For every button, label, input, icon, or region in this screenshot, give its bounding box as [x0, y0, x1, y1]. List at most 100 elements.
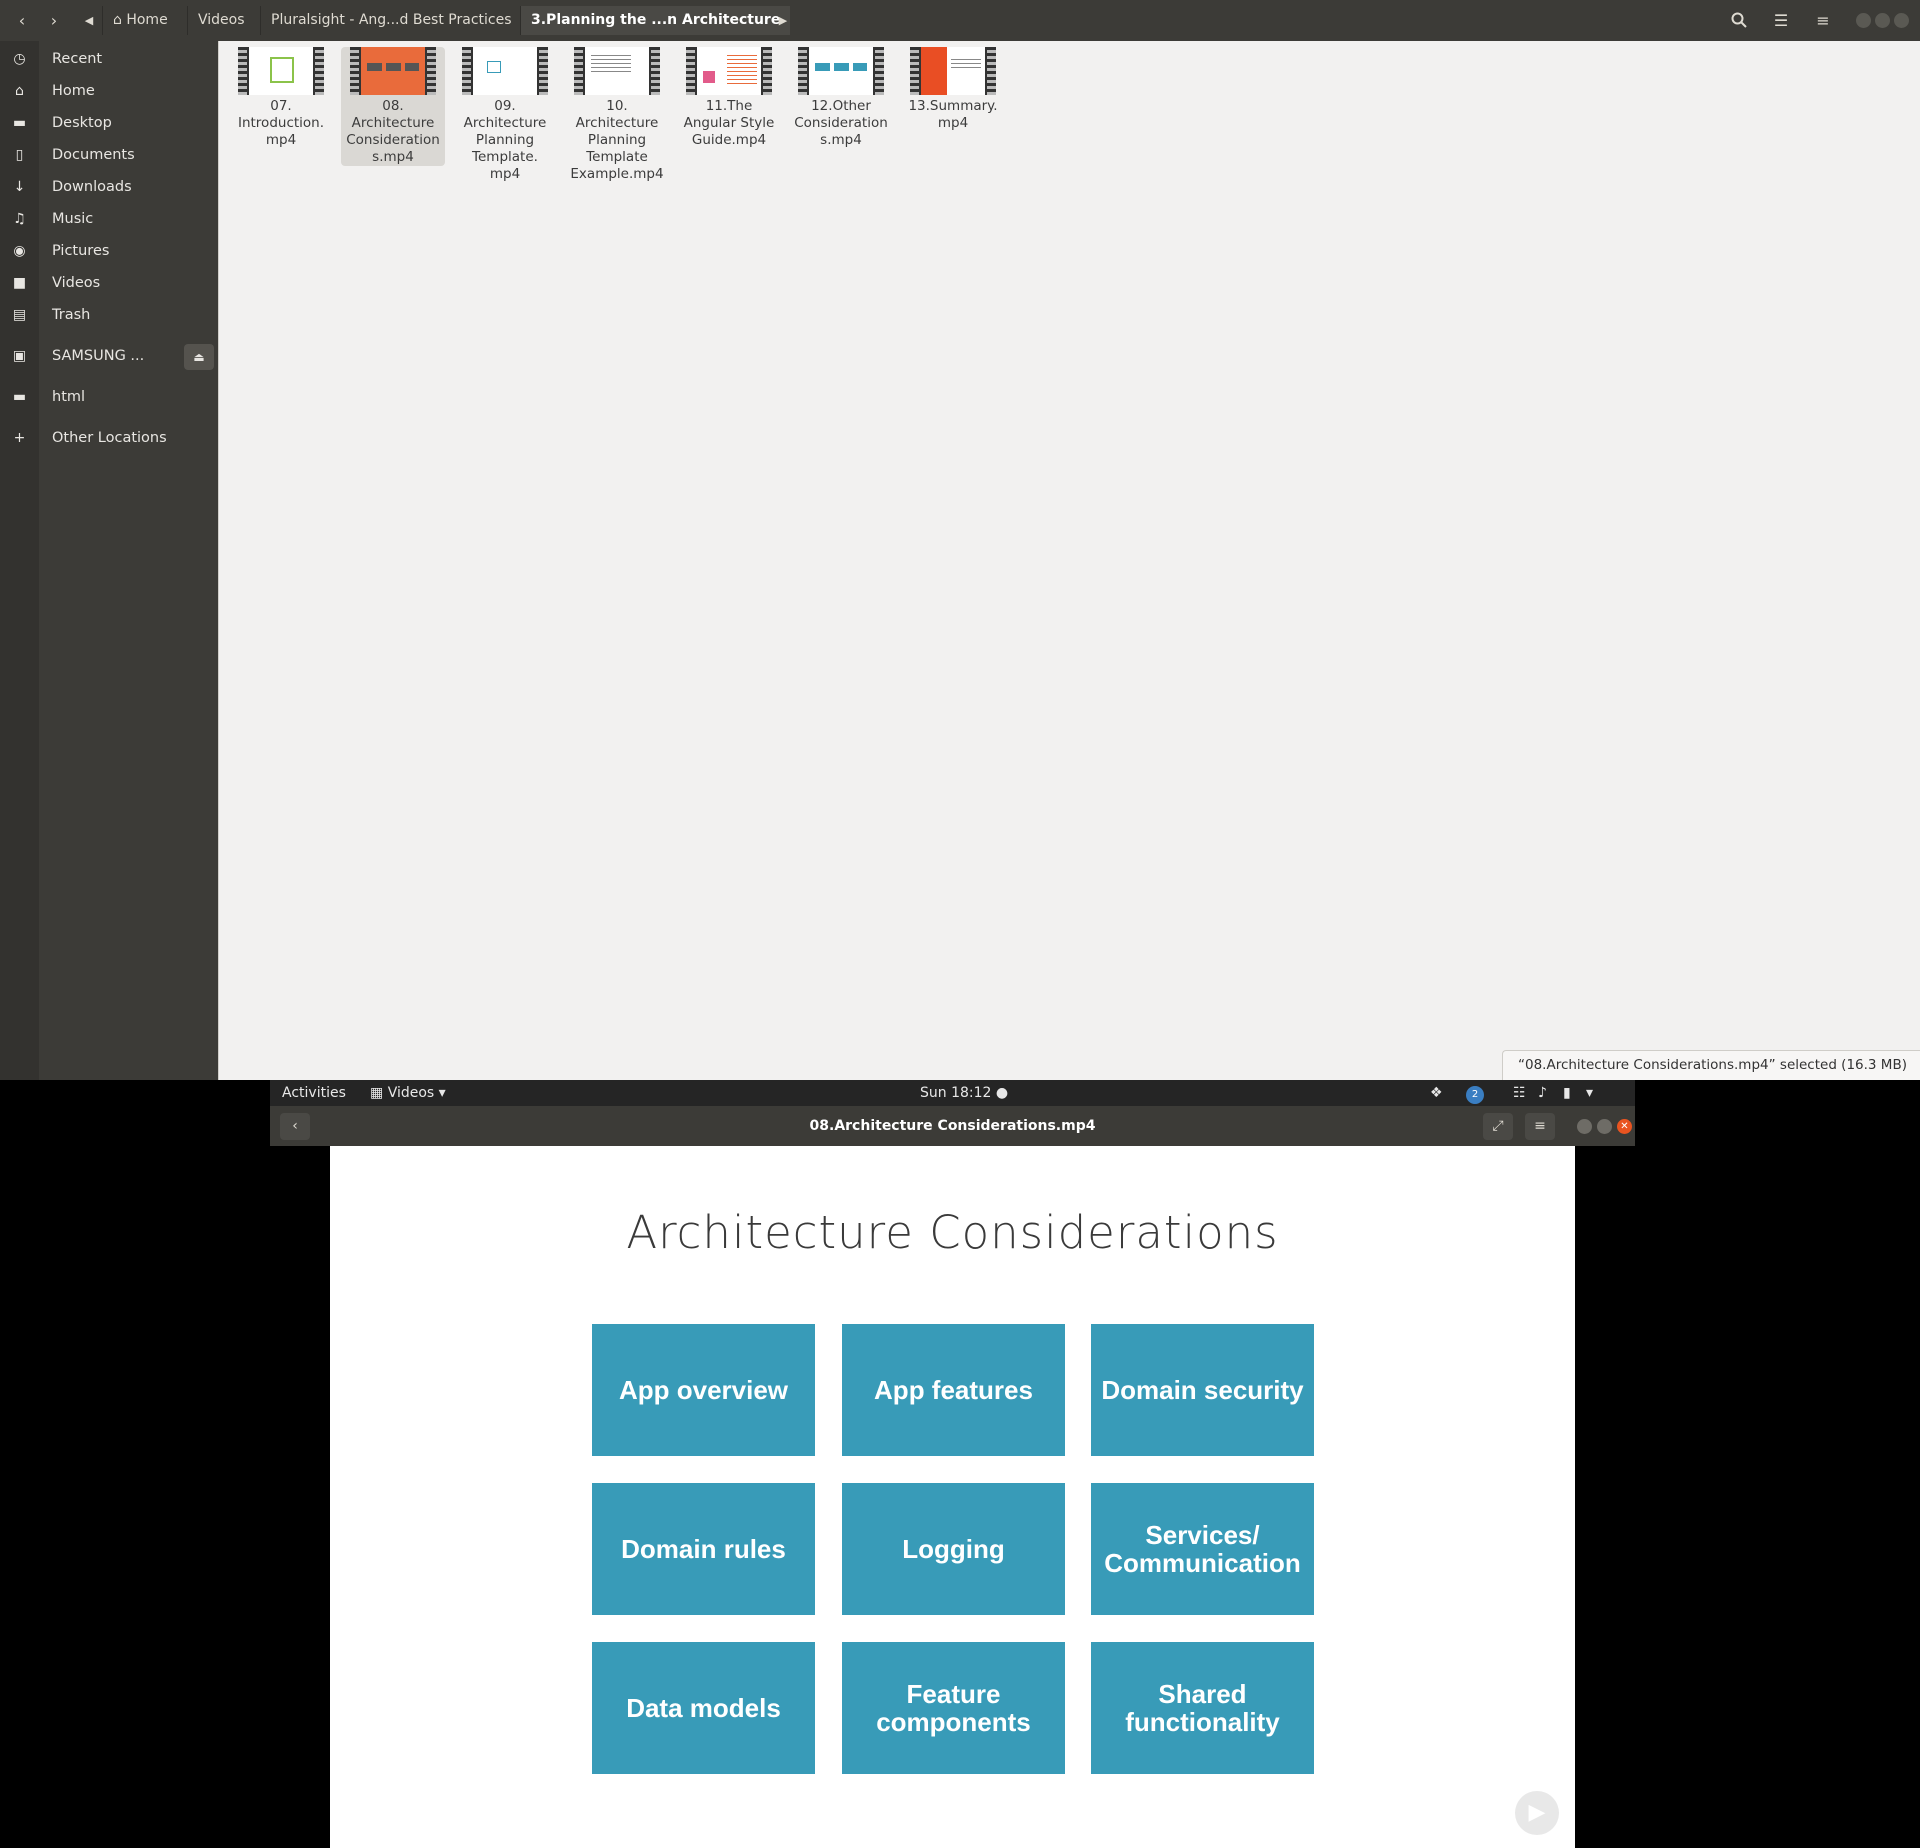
search-icon	[1731, 12, 1747, 28]
file-item-10[interactable]: 10. Architecture Planning Template Examp…	[565, 47, 669, 183]
breadcrumb-home[interactable]: ⌂ Home	[102, 6, 178, 35]
video-canvas[interactable]: Architecture Considerations App overview…	[270, 1146, 1635, 1848]
hamburger-icon: ≡	[1534, 1118, 1546, 1134]
sidebar-item-videos[interactable]: ■ Videos	[0, 268, 218, 298]
file-item-07[interactable]: 07. Introduction. mp4	[229, 47, 333, 149]
eject-icon: ⏏	[193, 350, 205, 364]
maximize-button[interactable]	[1875, 13, 1890, 28]
file-item-13[interactable]: 13.Summary. mp4	[901, 47, 1005, 132]
pluralsight-logo-icon: ▶	[1515, 1791, 1559, 1835]
breadcrumb-scroll-left-button[interactable]: ◀	[78, 6, 100, 34]
video-thumbnail	[238, 47, 324, 95]
plus-icon: +	[13, 430, 26, 446]
sidebar-item-samsung-drive[interactable]: ▣ SAMSUNG ... ⏏	[0, 341, 218, 371]
video-thumbnail	[798, 47, 884, 95]
activities-button[interactable]: Activities	[282, 1080, 346, 1106]
folder-icon: ▬	[12, 115, 27, 131]
sidebar-item-recent[interactable]: ◷ Recent	[0, 44, 218, 74]
drive-icon: ▣	[12, 348, 27, 364]
file-name: 09. Architecture Planning Template. mp4	[463, 98, 547, 182]
file-name: 08. Architecture Consideration s.mp4	[346, 98, 440, 165]
video-icon: ■	[12, 275, 27, 291]
hamburger-icon: ≡	[1816, 10, 1830, 30]
trash-icon: ▤	[12, 307, 27, 323]
file-manager-headerbar: ‹ › ◀ ⌂ Home Videos Pluralsight - Ang...…	[0, 0, 1920, 41]
chevron-down-icon: ▾	[438, 1085, 446, 1101]
breadcrumb-videos[interactable]: Videos	[187, 6, 255, 35]
sidebar-item-home[interactable]: ⌂ Home	[0, 76, 218, 106]
view-options-button[interactable]: ☰	[1767, 6, 1795, 34]
video-thumbnail	[462, 47, 548, 95]
breadcrumb-current-folder[interactable]: 3.Planning the ...n Architecture	[520, 6, 791, 35]
tile-logging: Logging	[842, 1483, 1065, 1615]
video-thumbnail	[910, 47, 996, 95]
video-app-icon: ▦	[370, 1085, 384, 1101]
close-button[interactable]: ✕	[1617, 1119, 1632, 1134]
video-title: 08.Architecture Considerations.mp4	[809, 1118, 1096, 1134]
sidebar-item-documents[interactable]: ▯ Documents	[0, 140, 218, 170]
file-name: 10. Architecture Planning Template Examp…	[570, 98, 664, 182]
search-button[interactable]	[1725, 6, 1753, 34]
chevron-left-icon: ‹	[18, 10, 26, 30]
fullscreen-button[interactable]: ⤢	[1483, 1113, 1513, 1140]
minimize-button[interactable]	[1856, 13, 1871, 28]
home-icon: ⌂	[113, 12, 122, 28]
minimize-button[interactable]	[1577, 1119, 1592, 1134]
app-menu-button[interactable]: ▦ Videos ▾	[370, 1080, 446, 1106]
update-indicator[interactable]: 2	[1466, 1084, 1484, 1104]
breadcrumb-scroll-right-button[interactable]: ▶	[772, 6, 794, 34]
triangle-left-icon: ◀	[84, 13, 94, 27]
menu-button[interactable]: ≡	[1809, 6, 1837, 34]
sidebar-item-desktop[interactable]: ▬ Desktop	[0, 108, 218, 138]
file-item-08[interactable]: 08. Architecture Consideration s.mp4	[341, 47, 445, 166]
network-icon[interactable]: ☷	[1513, 1080, 1526, 1106]
download-icon: ↓	[13, 179, 26, 195]
close-icon: ✕	[1620, 1121, 1629, 1132]
tile-feature-components: Feature components	[842, 1642, 1065, 1774]
update-count-badge: 2	[1466, 1086, 1484, 1104]
sidebar-item-other-locations[interactable]: + Other Locations	[0, 423, 218, 453]
sidebar-item-music[interactable]: ♫ Music	[0, 204, 218, 234]
sidebar-item-html[interactable]: ▬ html	[0, 382, 218, 412]
chevron-right-icon: ›	[50, 10, 58, 30]
video-thumbnail	[350, 47, 436, 95]
places-sidebar: ◷ Recent ⌂ Home ▬ Desktop ▯ Documents ↓ Downl…	[0, 41, 218, 1080]
close-button[interactable]	[1894, 13, 1909, 28]
sidebar-item-trash[interactable]: ▤ Trash	[0, 300, 218, 330]
fullscreen-icon: ⤢	[1492, 1118, 1504, 1134]
file-name: 11.The Angular Style Guide.mp4	[683, 98, 775, 148]
eject-button[interactable]: ⏏	[184, 344, 214, 370]
dropbox-icon[interactable]: ❖	[1430, 1080, 1443, 1106]
tile-shared-functionality: Shared functionality	[1091, 1642, 1314, 1774]
back-button[interactable]: ‹	[8, 6, 36, 34]
system-menu-chevron-icon[interactable]: ▾	[1586, 1080, 1593, 1106]
breadcrumb-pluralsight[interactable]: Pluralsight - Ang...d Best Practices	[260, 6, 522, 35]
menu-button[interactable]: ≡	[1525, 1113, 1555, 1140]
sidebar-item-pictures[interactable]: ◉ Pictures	[0, 236, 218, 266]
sidebar-item-downloads[interactable]: ↓ Downloads	[0, 172, 218, 202]
battery-icon[interactable]: ▮	[1563, 1080, 1571, 1106]
forward-button[interactable]: ›	[40, 6, 68, 34]
music-icon: ♫	[13, 211, 26, 227]
folder-icon: ▬	[12, 389, 27, 405]
selection-status: “08.Architecture Considerations.mp4” sel…	[1502, 1050, 1920, 1080]
list-view-icon: ☰	[1773, 10, 1789, 30]
file-name: 12.Other Consideration s.mp4	[794, 98, 888, 148]
file-item-09[interactable]: 09. Architecture Planning Template. mp4	[453, 47, 557, 183]
volume-icon[interactable]: ♪	[1538, 1080, 1547, 1106]
document-icon: ▯	[15, 147, 24, 163]
video-thumbnail	[574, 47, 660, 95]
file-item-11[interactable]: 11.The Angular Style Guide.mp4	[677, 47, 781, 149]
tile-app-features: App features	[842, 1324, 1065, 1456]
slide-title: Architecture Considerations	[626, 1206, 1279, 1259]
video-player-headerbar: ‹ 08.Architecture Considerations.mp4 ⤢ ≡…	[270, 1106, 1635, 1146]
tile-services-communication: Services/ Communication	[1091, 1483, 1314, 1615]
maximize-button[interactable]	[1597, 1119, 1612, 1134]
clock[interactable]: Sun 18:12 ●	[920, 1080, 1008, 1106]
triangle-right-icon: ▶	[778, 13, 788, 27]
file-name: 13.Summary. mp4	[908, 98, 998, 131]
file-name: 07. Introduction. mp4	[237, 98, 325, 148]
tile-app-overview: App overview	[592, 1324, 815, 1456]
gnome-top-bar: Activities ▦ Videos ▾ Sun 18:12 ● ❖ 2 ☷ …	[270, 1080, 1635, 1106]
file-item-12[interactable]: 12.Other Consideration s.mp4	[789, 47, 893, 149]
